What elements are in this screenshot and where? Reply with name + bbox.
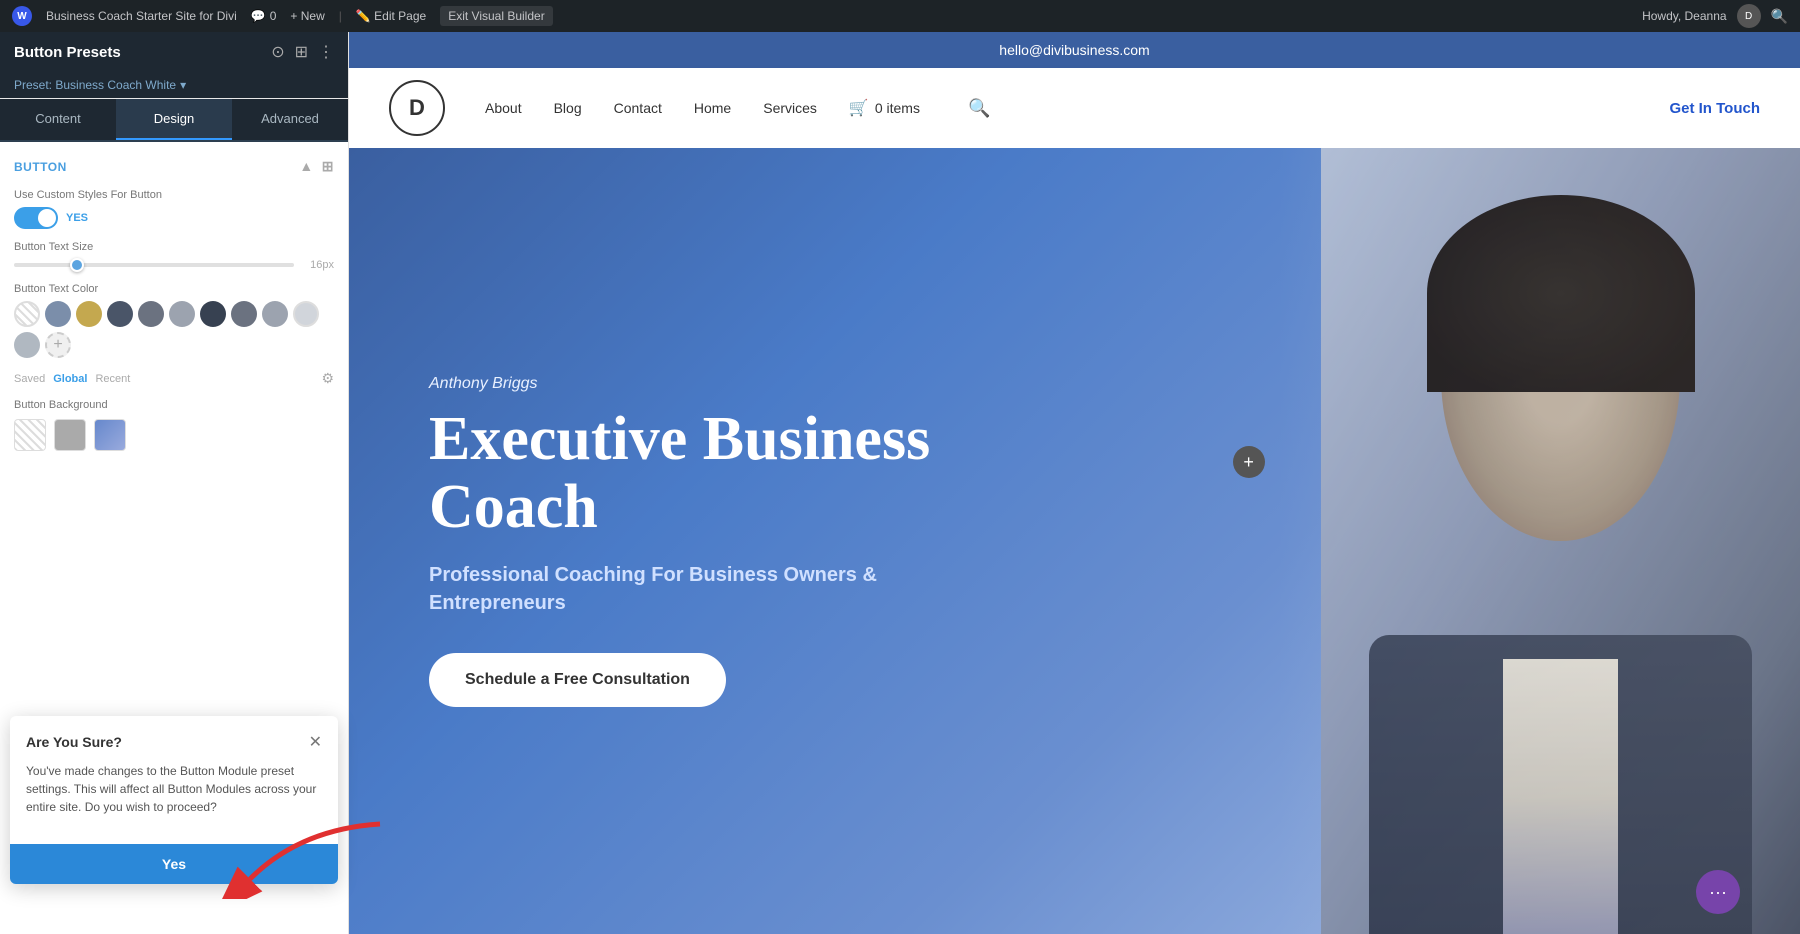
bg-swatch-transparent[interactable] xyxy=(14,419,46,451)
save-option-global[interactable]: Global xyxy=(53,373,87,385)
bg-swatch-blue-gradient[interactable] xyxy=(94,419,126,451)
confirm-title: Are You Sure? xyxy=(26,734,122,750)
tab-advanced[interactable]: Advanced xyxy=(232,99,348,140)
hero-dots: ··· xyxy=(1696,870,1740,914)
text-color-swatches: + xyxy=(14,301,334,358)
save-option-recent[interactable]: Recent xyxy=(95,373,130,385)
wp-logo-icon[interactable]: W xyxy=(12,6,32,26)
nav-link-services[interactable]: Services xyxy=(763,100,817,116)
button-background-label: Button Background xyxy=(14,399,334,411)
edit-page-link[interactable]: ✏️ Edit Page xyxy=(356,9,426,23)
save-row: Saved Global Recent ⚙ xyxy=(14,370,334,387)
hero-section: Anthony Briggs Executive Business Coach … xyxy=(349,148,1800,934)
color-swatch-mid-silver[interactable] xyxy=(14,332,40,358)
color-swatch-dark-gray[interactable] xyxy=(107,301,133,327)
section-settings-icon[interactable]: ⊞ xyxy=(322,158,334,175)
comments-link[interactable]: 💬 0 xyxy=(251,9,277,23)
howdy-text: Howdy, Deanna xyxy=(1642,9,1727,23)
hero-content: Anthony Briggs Executive Business Coach … xyxy=(429,375,1009,707)
preset-label[interactable]: Preset: Business Coach White ▾ xyxy=(0,72,348,99)
sidebar-title: Button Presets xyxy=(14,44,121,61)
site-name-link[interactable]: Business Coach Starter Site for Divi xyxy=(46,9,237,23)
nav-link-blog[interactable]: Blog xyxy=(554,100,582,116)
site-nav: D About Blog Contact Home Services 🛒 0 i… xyxy=(349,68,1800,148)
columns-icon[interactable]: ⊞ xyxy=(295,42,308,62)
custom-styles-toggle[interactable] xyxy=(14,207,58,229)
more-icon[interactable]: ⋮ xyxy=(318,42,334,62)
tab-design[interactable]: Design xyxy=(116,99,232,140)
text-size-slider-track xyxy=(14,263,294,267)
text-size-slider-thumb[interactable] xyxy=(70,258,84,272)
admin-bar: W Business Coach Starter Site for Divi 💬… xyxy=(0,0,1800,32)
confirm-close-button[interactable]: ✕ xyxy=(309,732,322,752)
sidebar-panel: Button Presets ⊙ ⊞ ⋮ Preset: Business Co… xyxy=(0,32,349,934)
text-size-value: 16px xyxy=(304,259,334,271)
sidebar-tabs: Content Design Advanced xyxy=(0,99,348,142)
color-swatch-pale-gray[interactable] xyxy=(293,301,319,327)
color-swatch-gray-blue[interactable] xyxy=(45,301,71,327)
focus-icon[interactable]: ⊙ xyxy=(271,42,284,62)
color-swatch-charcoal[interactable] xyxy=(200,301,226,327)
hero-name: Anthony Briggs xyxy=(429,375,1009,393)
site-logo[interactable]: D xyxy=(389,80,445,136)
exit-builder-button[interactable]: Exit Visual Builder xyxy=(440,6,553,26)
nav-cta-button[interactable]: Get In Touch xyxy=(1669,100,1760,117)
cart-icon: 🛒 xyxy=(849,98,869,118)
save-option-saved[interactable]: Saved xyxy=(14,373,45,385)
color-swatch-gold[interactable] xyxy=(76,301,102,327)
preset-chevron-icon: ▾ xyxy=(180,78,186,92)
nav-link-home[interactable]: Home xyxy=(694,100,731,116)
save-settings-icon[interactable]: ⚙ xyxy=(321,370,334,387)
section-button-title: Button ▲ ⊞ xyxy=(14,158,334,175)
confirm-message: You've made changes to the Button Module… xyxy=(26,762,322,816)
custom-styles-label: Use Custom Styles For Button xyxy=(14,189,334,201)
hero-subtitle: Professional Coaching For Business Owner… xyxy=(429,561,1009,617)
nav-link-contact[interactable]: Contact xyxy=(614,100,662,116)
confirm-yes-button[interactable]: Yes xyxy=(10,844,338,884)
color-swatch-medium-gray[interactable] xyxy=(138,301,164,327)
confirm-dialog: Are You Sure? ✕ You've made changes to t… xyxy=(10,716,338,884)
user-avatar[interactable]: D xyxy=(1737,4,1761,28)
hero-cta-button[interactable]: Schedule a Free Consultation xyxy=(429,653,726,707)
sidebar-header: Button Presets ⊙ ⊞ ⋮ xyxy=(0,32,348,72)
search-admin-icon[interactable]: 🔍 xyxy=(1771,8,1788,25)
color-swatch-gray2[interactable] xyxy=(231,301,257,327)
text-size-slider-row: 16px xyxy=(14,259,334,271)
bg-swatch-gray[interactable] xyxy=(54,419,86,451)
new-link[interactable]: + New xyxy=(290,9,324,23)
add-section-button[interactable]: + xyxy=(1233,446,1265,478)
button-text-size-label: Button Text Size xyxy=(14,241,334,253)
email-bar: hello@divibusiness.com xyxy=(349,32,1800,68)
section-collapse-icon[interactable]: ▲ xyxy=(299,158,313,175)
hero-more-options-button[interactable]: ··· xyxy=(1696,870,1740,914)
tab-content[interactable]: Content xyxy=(0,99,116,140)
custom-styles-toggle-row: YES xyxy=(14,207,334,229)
website-preview: hello@divibusiness.com D About Blog Cont… xyxy=(349,32,1800,934)
nav-cart[interactable]: 🛒 0 items xyxy=(849,98,920,118)
hero-title: Executive Business Coach xyxy=(429,405,1009,541)
cart-items-count: 0 items xyxy=(875,100,920,116)
button-background-row xyxy=(14,419,334,451)
nav-links: About Blog Contact Home Services 🛒 0 ite… xyxy=(485,98,1669,119)
hero-person-image xyxy=(929,148,1800,934)
button-text-color-label: Button Text Color xyxy=(14,283,334,295)
color-swatch-silver[interactable] xyxy=(262,301,288,327)
search-icon[interactable]: 🔍 xyxy=(968,98,990,119)
toggle-state-label: YES xyxy=(66,212,88,224)
nav-link-about[interactable]: About xyxy=(485,100,522,116)
email-link[interactable]: hello@divibusiness.com xyxy=(999,42,1149,58)
color-swatch-light-gray[interactable] xyxy=(169,301,195,327)
color-swatch-transparent[interactable] xyxy=(14,301,40,327)
color-swatch-add[interactable]: + xyxy=(45,332,71,358)
sidebar-header-icons: ⊙ ⊞ ⋮ xyxy=(271,42,334,62)
